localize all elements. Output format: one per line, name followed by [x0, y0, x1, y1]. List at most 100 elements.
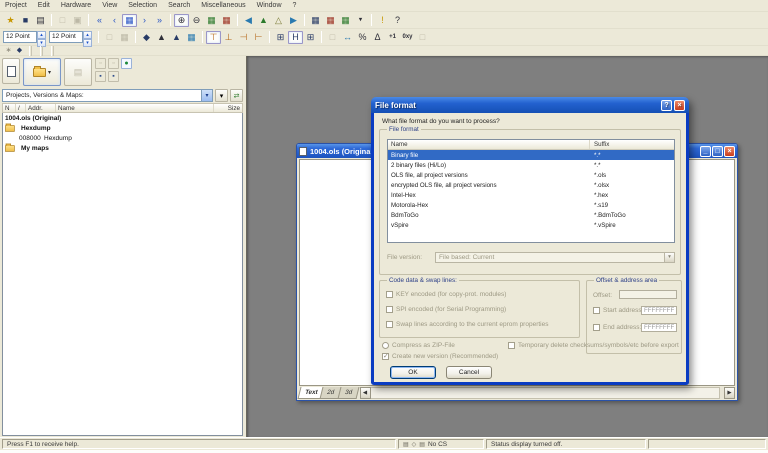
combo-arrow-icon[interactable]: ▾ [201, 90, 212, 101]
close-button[interactable]: × [724, 146, 735, 157]
menu-item-window[interactable]: Window [257, 2, 282, 9]
spin-up-icon[interactable]: ▴ [83, 31, 92, 39]
scroll-right-icon[interactable]: ▶ [724, 387, 735, 399]
format-row-vspire[interactable]: vSpire *.vSpire [388, 220, 674, 230]
table-dropdown-icon[interactable]: ▾ [353, 14, 368, 27]
dialog-help-button[interactable]: ? [661, 100, 672, 111]
dialog-close-button[interactable]: × [674, 100, 685, 111]
open-project-icon[interactable]: ■ [18, 14, 33, 27]
map-3d-icon[interactable]: ▲ [169, 31, 184, 44]
new-project-button[interactable] [2, 58, 20, 84]
menu-item-view[interactable]: View [102, 2, 117, 9]
spinner-buttons[interactable]: ▴ ▾ [83, 31, 92, 43]
open-map-icon[interactable]: ◆ [139, 31, 154, 44]
context-help-icon[interactable]: ? [390, 14, 405, 27]
checkbox-icon[interactable] [593, 307, 600, 314]
export-map-icon[interactable]: ▪ [95, 71, 106, 82]
end-address-checkbox[interactable]: End address: [593, 324, 641, 331]
menu-item-edit[interactable]: Edit [38, 2, 50, 9]
print-icon[interactable]: ▤ [33, 14, 48, 27]
tree-item-my-maps-folder[interactable]: My maps [3, 143, 242, 153]
font-size-spinner-1[interactable]: 12 Point ▴ ▾ [3, 31, 46, 43]
zoom-out-icon[interactable]: ⊖ [189, 14, 204, 27]
menu-item-selection[interactable]: Selection [128, 2, 157, 9]
swap-bytes-icon[interactable]: ↔ [340, 31, 355, 44]
spin-up-icon[interactable]: ▴ [37, 31, 46, 39]
format-row-olsx[interactable]: encrypted OLS file, all project versions… [388, 180, 674, 190]
overview-grid-icon[interactable]: ▦ [122, 14, 137, 27]
hex-display-icon[interactable]: 0xy [400, 31, 415, 44]
tab-3d[interactable]: 3d [337, 387, 359, 399]
menu-item-search[interactable]: Search [168, 2, 190, 9]
column-slash[interactable]: / [16, 104, 26, 112]
table-new-icon[interactable]: ▦ [338, 14, 353, 27]
format-row-ols[interactable]: OLS file, all project versions *.ols [388, 170, 674, 180]
value-down-icon[interactable]: △ [271, 14, 286, 27]
map-2d-icon[interactable]: ▲ [154, 31, 169, 44]
font-size-spinner-2[interactable]: 12 Point ▴ ▾ [49, 31, 92, 43]
wrench-icon[interactable]: ∗ [3, 46, 14, 55]
menu-item-miscellaneous[interactable]: Miscellaneous [201, 2, 245, 9]
import-map-icon[interactable]: ▪ [108, 71, 119, 82]
compare-view-icon[interactable]: ▦ [219, 14, 234, 27]
format-row-2binary[interactable]: 2 binary files (Hi/Lo) *.* [388, 160, 674, 170]
menu-item-project[interactable]: Project [5, 2, 27, 9]
percent-mode-icon[interactable]: % [355, 31, 370, 44]
filter-button[interactable]: ▾ [215, 89, 228, 102]
table-list-icon[interactable]: ▦ [308, 14, 323, 27]
menu-item-help[interactable]: ? [293, 2, 297, 9]
view-filter-combo[interactable]: Projects, Versions & Maps: ▾ [2, 89, 213, 102]
cancel-button[interactable]: Cancel [446, 366, 492, 379]
format-row-motorola-hex[interactable]: Motorola-Hex *.s19 [388, 200, 674, 210]
ok-button[interactable]: OK [390, 366, 436, 379]
align-bottom-icon[interactable]: ⊥ [221, 31, 236, 44]
align-left-icon[interactable]: ⊣ [236, 31, 251, 44]
scroll-left-icon[interactable]: ◀ [360, 387, 371, 399]
refresh-button[interactable]: ⇄ [230, 89, 243, 102]
new-project-icon[interactable]: ★ [3, 14, 18, 27]
map-view-icon[interactable]: ▦ [204, 14, 219, 27]
tree-item-hexdump-folder[interactable]: Hexdump [3, 123, 242, 133]
format-row-intel-hex[interactable]: Intel-Hex *.hex [388, 190, 674, 200]
table-diff-icon[interactable]: ▦ [323, 14, 338, 27]
dialog-titlebar[interactable]: File format ? × [371, 97, 689, 113]
maximize-button[interactable]: □ [712, 146, 723, 157]
columns-icon[interactable]: ⊞ [273, 31, 288, 44]
history-forward-icon[interactable]: ▶ [286, 14, 301, 27]
zoom-in-icon[interactable]: ⊕ [174, 14, 189, 27]
align-right-icon[interactable]: ⊢ [251, 31, 266, 44]
format-row-binary[interactable]: Binary file *.* [388, 150, 674, 160]
info-icon[interactable]: ! [375, 14, 390, 27]
horizontal-scrollbar[interactable] [371, 387, 720, 399]
header-name[interactable]: Name [388, 140, 590, 149]
value-up-icon[interactable]: ▲ [256, 14, 271, 27]
history-back-icon[interactable]: ◀ [241, 14, 256, 27]
format-row-bdmtogo[interactable]: BdmToGo *.BdmToGo [388, 210, 674, 220]
start-address-checkbox[interactable]: Start address: [593, 307, 643, 314]
go-next-icon[interactable]: › [137, 14, 152, 27]
column-n[interactable]: N [3, 104, 16, 112]
column-name[interactable]: Name [56, 104, 214, 112]
column-addr[interactable]: Addr. [26, 104, 56, 112]
cells-icon[interactable]: ⊞ [303, 31, 318, 44]
delta-mode-icon[interactable]: Δ [370, 31, 385, 44]
tools-icon[interactable]: ◆ [14, 46, 25, 55]
tree-item-project[interactable]: 1004.ols (Original) [3, 113, 242, 123]
open-project-button[interactable]: ▾ [23, 58, 61, 86]
go-last-icon[interactable]: » [152, 14, 167, 27]
column-size[interactable]: Size [214, 104, 242, 112]
chevron-down-icon[interactable]: ▾ [48, 69, 51, 76]
checkbox-icon[interactable] [593, 324, 600, 331]
header-suffix[interactable]: Suffix [590, 140, 674, 149]
minimize-button[interactable]: _ [700, 146, 711, 157]
tree-item-hexdump-entry[interactable]: 008000 Hexdump [3, 133, 242, 143]
rows-icon[interactable]: H [288, 31, 303, 44]
map-grid-icon[interactable]: ▦ [184, 31, 199, 44]
menu-item-hardware[interactable]: Hardware [61, 2, 91, 9]
go-first-icon[interactable]: « [92, 14, 107, 27]
go-previous-icon[interactable]: ‹ [107, 14, 122, 27]
globe-icon[interactable]: ● [121, 58, 132, 69]
align-top-icon[interactable]: ⊤ [206, 31, 221, 44]
spinner-buttons[interactable]: ▴ ▾ [37, 31, 46, 43]
increment-icon[interactable]: +1 [385, 31, 400, 44]
